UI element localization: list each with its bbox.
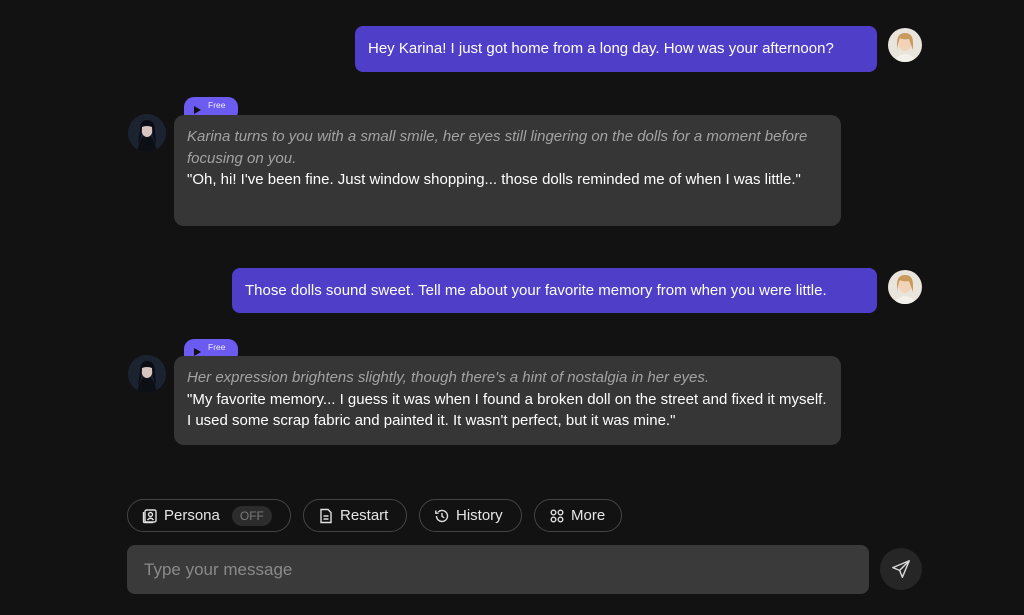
play-icon — [194, 348, 201, 356]
bot-action-text: Her expression brightens slightly, thoug… — [187, 369, 710, 386]
play-icon — [194, 106, 201, 114]
restart-label: Restart — [340, 507, 389, 524]
user-message-text: Hey Karina! I just got home from a long … — [368, 40, 834, 57]
bot-message: Karina turns to you with a small smile, … — [174, 115, 841, 226]
free-badge-label: Free — [208, 100, 226, 110]
send-button[interactable] — [880, 548, 922, 590]
history-icon — [434, 508, 450, 524]
persona-label: Persona — [164, 507, 220, 524]
more-label: More — [571, 507, 606, 524]
history-label: History — [456, 507, 503, 524]
more-button[interactable]: More — [534, 499, 622, 532]
bot-speech-text: "My favorite memory... I guess it was wh… — [187, 390, 827, 430]
bot-avatar[interactable] — [128, 355, 166, 393]
document-icon — [318, 508, 334, 524]
restart-button[interactable]: Restart — [303, 499, 407, 532]
bot-speech-text: "Oh, hi! I've been fine. Just window sho… — [187, 171, 801, 188]
persona-icon — [142, 508, 158, 524]
bot-message: Her expression brightens slightly, thoug… — [174, 356, 841, 445]
user-message: Those dolls sound sweet. Tell me about y… — [232, 268, 877, 313]
user-message-text: Those dolls sound sweet. Tell me about y… — [245, 281, 827, 299]
message-input[interactable] — [127, 545, 869, 594]
history-button[interactable]: History — [419, 499, 522, 532]
user-message: Hey Karina! I just got home from a long … — [355, 26, 877, 72]
persona-toggle-state[interactable]: OFF — [231, 505, 272, 526]
bot-avatar[interactable] — [128, 114, 166, 152]
user-avatar[interactable] — [888, 270, 922, 304]
persona-button[interactable]: Persona OFF — [127, 499, 291, 532]
grid-icon — [549, 508, 565, 524]
bot-action-text: Karina turns to you with a small smile, … — [187, 128, 808, 167]
user-avatar[interactable] — [888, 28, 922, 62]
free-badge-label: Free — [208, 342, 226, 352]
paper-plane-icon — [890, 558, 912, 580]
